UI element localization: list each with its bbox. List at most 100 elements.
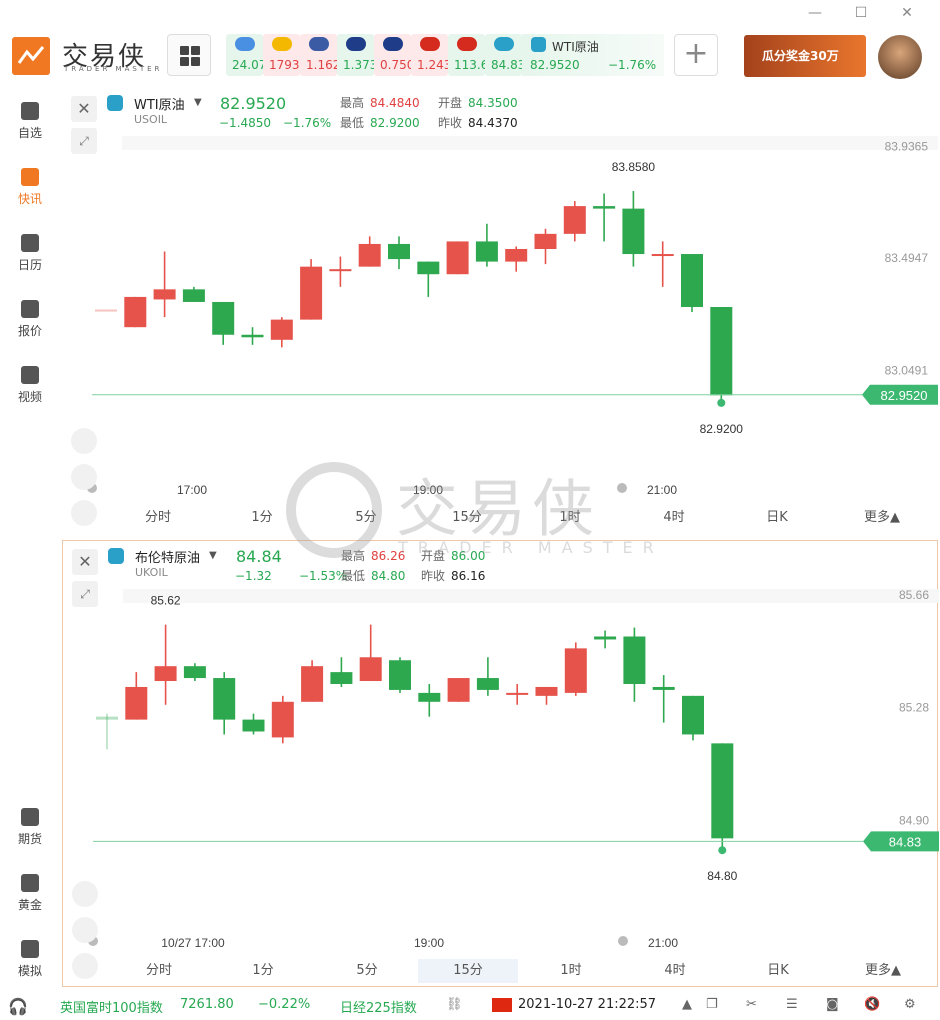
ticker-item[interactable]: 1.373 — [337, 34, 374, 76]
timeframe-tab[interactable]: 分时 — [109, 959, 209, 983]
timeframe-tab[interactable]: 更多▲ — [832, 506, 932, 530]
candle-body — [154, 666, 177, 682]
promo-text: 瓜分奖金30万 — [762, 49, 839, 63]
china-flag-icon — [492, 998, 512, 1012]
ticker-item[interactable]: 113.6 — [448, 34, 485, 76]
index1-value: 7261.80 — [180, 997, 234, 1012]
camera-icon[interactable]: ◙ — [826, 997, 839, 1012]
ca-flag-icon — [420, 37, 440, 51]
timeframe-tab[interactable]: 15分 — [418, 959, 518, 983]
candle-body — [213, 678, 236, 720]
ticker-value: 0.750 — [380, 58, 411, 72]
candle-body — [446, 241, 469, 275]
candle-body — [711, 743, 734, 839]
candle-body — [622, 208, 645, 255]
scroll-handle[interactable] — [618, 936, 628, 946]
candle-body — [329, 269, 352, 272]
candle-body — [534, 233, 557, 249]
x-tick-label: 17:00 — [177, 483, 207, 497]
sidebar-item[interactable]: 快讯 — [0, 158, 60, 218]
y-tick-label: 84.90 — [899, 814, 929, 828]
sidebar-item-label: 快讯 — [17, 192, 42, 206]
timeframe-tab[interactable]: 分时 — [108, 506, 208, 530]
candle-body — [124, 296, 147, 328]
sidebar-item[interactable]: 日历 — [0, 224, 60, 284]
timeframe-bar: 分时 1分 5分 15分 1时 4时 日K 更多▲ — [63, 959, 939, 983]
candle-body — [417, 261, 440, 275]
mute-icon[interactable]: 🔇 — [864, 997, 880, 1012]
candle-type-icon[interactable] — [72, 881, 98, 907]
app-header: 交易侠 TRADER MASTER 24.07 1793 1.162 1.373 0.7… — [0, 0, 940, 88]
timeframe-tab[interactable]: 1时 — [521, 959, 621, 983]
layout-grid-button[interactable] — [167, 34, 211, 76]
bookmark-icon — [21, 102, 39, 120]
headset-icon[interactable]: 🎧 — [8, 997, 28, 1016]
sidebar-item-label: 黄金 — [17, 898, 42, 912]
timeframe-tab[interactable]: 5分 — [317, 959, 417, 983]
candle-type-icon[interactable] — [71, 428, 97, 454]
app-logo-subtitle: TRADER MASTER — [64, 65, 163, 73]
ticker-item[interactable]: 0.750 — [374, 34, 411, 76]
sidebar-item[interactable]: 黄金 — [0, 864, 60, 924]
windows-icon[interactable]: ❐ — [706, 997, 718, 1012]
sidebar-item[interactable]: 报价 — [0, 290, 60, 350]
gold-bars-icon — [272, 37, 292, 51]
ticker-item[interactable]: 1.243 — [411, 34, 448, 76]
sidebar-item[interactable]: 模拟 — [0, 930, 60, 990]
avatar[interactable] — [878, 35, 922, 79]
candle-body — [271, 701, 294, 738]
ticker-active-price: 82.9520 — [530, 58, 580, 72]
ticker-value: 84.83 — [491, 58, 522, 72]
candle-body — [564, 648, 587, 693]
ticker-item[interactable]: 84.83 — [485, 34, 522, 76]
ticker-value: 24.07 — [232, 58, 263, 72]
ticker-value: 113.6 — [454, 58, 485, 72]
candle-body — [594, 636, 617, 640]
add-ticker-button[interactable]: + — [674, 34, 718, 76]
candle-body — [535, 686, 558, 696]
sidebar-item[interactable]: 期货 — [0, 798, 60, 858]
ticker-item[interactable]: 24.07 — [226, 34, 263, 76]
timeframe-tab[interactable]: 1分 — [213, 959, 313, 983]
candle-body — [212, 301, 235, 335]
pencil-icon[interactable] — [72, 917, 98, 943]
timeframe-tab[interactable]: 日K — [727, 506, 827, 530]
pencil-icon[interactable] — [71, 464, 97, 490]
timeframe-tab[interactable]: 4时 — [625, 959, 725, 983]
sidebar-item[interactable]: 视频 — [0, 356, 60, 416]
candle-body — [505, 248, 528, 262]
ticker-item[interactable]: 1793 — [263, 34, 300, 76]
settings-gear-icon[interactable]: ⚙ — [904, 997, 916, 1012]
index1-name[interactable]: 英国富时100指数 — [60, 997, 163, 1016]
futures-icon — [21, 808, 39, 826]
candle-body — [182, 289, 205, 302]
candle-body — [183, 666, 206, 679]
x-tick-label: 19:00 — [414, 936, 444, 950]
trend-chart-icon — [21, 300, 39, 318]
y-tick-label: 85.28 — [899, 701, 929, 715]
index2-name[interactable]: 日经225指数 — [340, 997, 417, 1016]
y-tick-label: 83.9365 — [885, 139, 929, 153]
promo-banner[interactable]: 瓜分奖金30万 — [744, 35, 866, 77]
candle-body — [359, 657, 382, 682]
caret-up-icon[interactable]: ▲ — [682, 997, 692, 1012]
candle-body — [563, 206, 586, 234]
timeframe-tab[interactable]: 日K — [728, 959, 828, 983]
sidebar-item-label: 期货 — [17, 832, 42, 846]
tools-icon[interactable]: ✂ — [746, 997, 757, 1012]
usoil-icon — [531, 37, 546, 52]
timeframe-tab[interactable]: 更多▲ — [833, 959, 933, 983]
candle-body — [682, 695, 704, 735]
candlestick-chart[interactable]: 85.66 85.28 84.90 84.83 85.62 84.80 10/27 17:0… — [63, 541, 939, 988]
link-icon[interactable]: ⛓ — [446, 997, 463, 1012]
y-tick-label: 83.4947 — [885, 251, 929, 265]
candle-body — [125, 686, 148, 720]
ticker-item-active[interactable]: WTI原油 82.9520 −1.76% — [522, 34, 664, 76]
candle-body — [96, 716, 118, 720]
sidebar-item[interactable]: 自选 — [0, 92, 60, 152]
calendar-icon — [21, 234, 39, 252]
sidebar-item-label: 日历 — [17, 258, 42, 272]
candle-body — [330, 672, 353, 684]
list-icon[interactable]: ☰ — [786, 997, 798, 1012]
ticker-item[interactable]: 1.162 — [300, 34, 337, 76]
